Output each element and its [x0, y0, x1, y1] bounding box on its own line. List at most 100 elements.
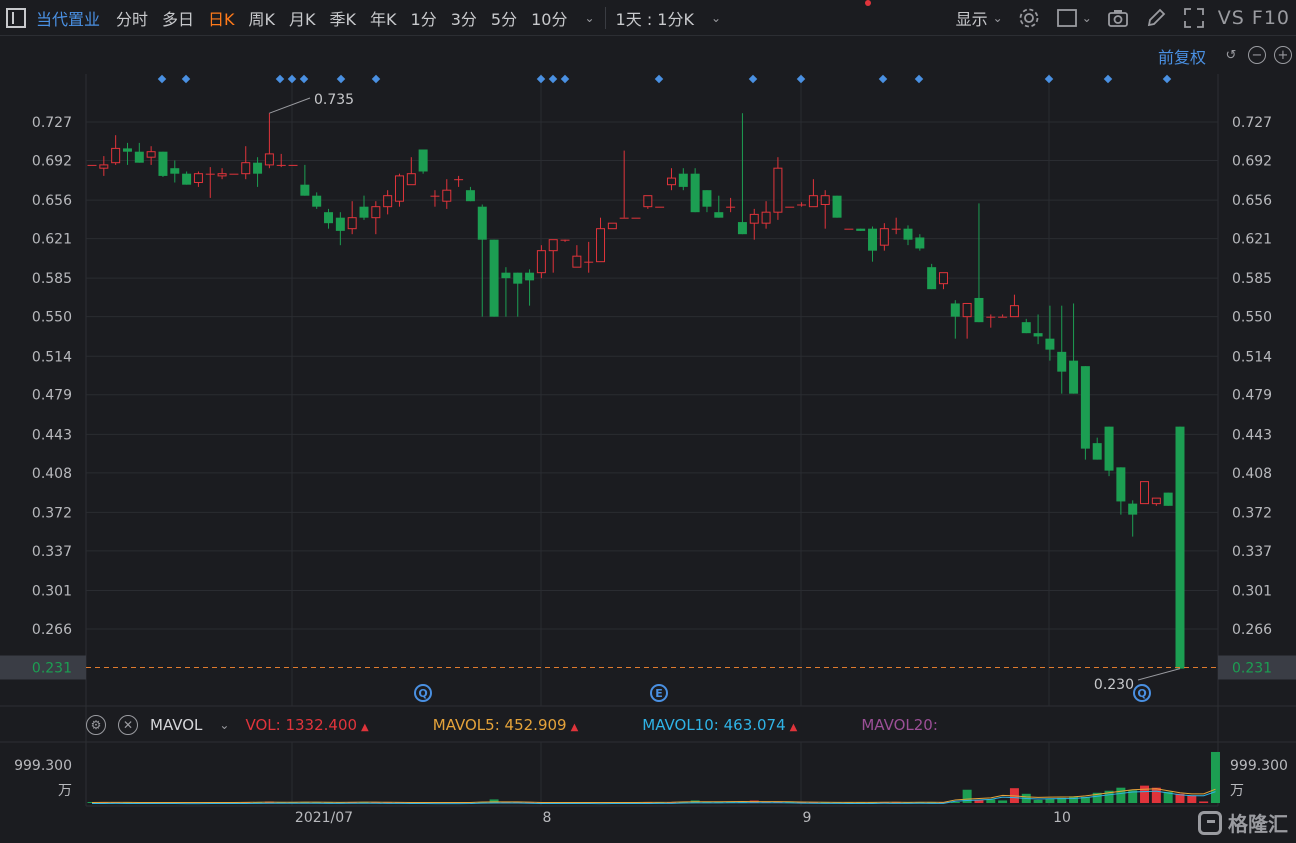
candle-body [891, 228, 901, 230]
candle-body [797, 204, 807, 206]
candle-body [1057, 351, 1067, 372]
candle-body [442, 189, 452, 202]
vol-label: VOL: [245, 716, 281, 734]
x-axis-label: 2021/07 [295, 810, 353, 826]
volume-bar [998, 800, 1008, 803]
event-marker-icon [548, 74, 558, 84]
event-marker-icon [1103, 74, 1113, 84]
indicator-name[interactable]: MAVOL [150, 716, 202, 734]
candle-body [300, 184, 310, 196]
candle-body [915, 237, 925, 249]
price-tick-left: 0.514 [32, 349, 72, 365]
price-tick-left: 0.266 [32, 622, 72, 638]
candle-body [170, 168, 180, 174]
logo-icon [1198, 810, 1222, 835]
candle-body [288, 164, 298, 166]
candle-body [666, 177, 676, 186]
price-tick-left: 0.479 [32, 388, 72, 404]
vol-number: 1332.400 [285, 716, 358, 734]
chevron-down-icon[interactable]: ⌄ [219, 718, 229, 732]
price-tick-left: 0.443 [32, 427, 72, 443]
price-tick-right: 0.621 [1232, 232, 1272, 248]
event-badge-e[interactable]: E [650, 684, 668, 702]
candle-body [1045, 338, 1055, 350]
candle-body [264, 153, 274, 166]
close-icon[interactable]: ✕ [118, 715, 138, 735]
price-tick-left: 0.372 [32, 505, 72, 521]
event-marker-icon [157, 74, 167, 84]
candle-body [607, 222, 617, 230]
event-marker-icon [336, 74, 346, 84]
candle-body [1151, 497, 1161, 505]
candle-body [950, 303, 960, 317]
candle-body [394, 175, 404, 202]
event-marker-icon [914, 74, 924, 84]
candle-body [808, 195, 818, 208]
up-arrow-icon: ▲ [361, 722, 369, 733]
candle-body [253, 162, 263, 174]
candle-body [465, 190, 475, 202]
volume-axis-top-right: 999.300 [1230, 758, 1288, 774]
candle-body [477, 206, 487, 240]
candle-body [276, 164, 286, 166]
candle-body [584, 261, 594, 263]
candle-body [122, 148, 132, 152]
price-tick-left: 0.301 [32, 584, 72, 600]
volume-axis-unit-left: 万 [58, 783, 72, 799]
up-arrow-icon: ▲ [789, 722, 798, 733]
event-badge-q[interactable]: Q [1133, 684, 1151, 702]
candle-body [193, 173, 203, 183]
candle-body [359, 206, 369, 218]
low-annotation-label: 0.230 [1094, 677, 1134, 693]
candle-body [1080, 366, 1090, 449]
ma5-value: MAVOL5: 452.909 ▲ [433, 716, 579, 734]
ma20-label: MAVOL20: [861, 716, 938, 734]
event-marker-icon [796, 74, 806, 84]
up-arrow-icon: ▲ [570, 722, 579, 733]
candle-body [761, 211, 771, 224]
price-tick-left: 0.621 [32, 232, 72, 248]
price-tick-right: 0.550 [1232, 310, 1272, 326]
ma5-number: 452.909 [504, 716, 567, 734]
candle-body [217, 173, 227, 177]
mavol-legend: ⚙ ✕ MAVOL ⌄ VOL: 1332.400 ▲ MAVOL5: 452.9… [86, 712, 952, 738]
candle-body [998, 316, 1008, 318]
candle-body [785, 206, 795, 208]
price-tick-right: 0.514 [1232, 349, 1272, 365]
candle-body [962, 302, 972, 318]
candle-body [347, 217, 357, 230]
candle-body [383, 195, 393, 208]
candle-body [773, 167, 783, 213]
price-tick-left: 0.550 [32, 310, 72, 326]
candle-body [229, 173, 239, 175]
candle-body [241, 162, 251, 175]
candle-body [879, 228, 889, 246]
event-badge-q[interactable]: Q [414, 684, 432, 702]
candle-body [536, 250, 546, 274]
candle-body [643, 195, 653, 208]
candle-body [146, 151, 156, 158]
candle-body [1104, 426, 1114, 471]
volume-bar [1199, 801, 1209, 803]
candle-body [1033, 333, 1043, 337]
event-marker-icon [536, 74, 546, 84]
high-annotation-line [269, 97, 311, 114]
candle-body [655, 206, 665, 208]
price-tick-right: 0.656 [1232, 193, 1272, 209]
candle-body [856, 228, 866, 231]
logo-text: 格隆汇 [1228, 812, 1288, 836]
price-tick-right: 0.372 [1232, 505, 1272, 521]
gear-icon[interactable]: ⚙ [86, 715, 106, 735]
candle-body [525, 272, 535, 281]
candle-body [844, 228, 854, 230]
price-tick-left: 0.585 [32, 271, 72, 287]
price-tick-right: 0.727 [1232, 115, 1272, 131]
price-tick-right: 0.585 [1232, 271, 1272, 287]
volume-bar [489, 799, 499, 803]
candle-body [501, 272, 511, 279]
volume-bar [1140, 785, 1150, 803]
candle-body [513, 272, 523, 284]
candle-body [548, 239, 558, 252]
ma20-value: MAVOL20: [861, 716, 938, 734]
price-tick-left: 0.337 [32, 544, 72, 560]
